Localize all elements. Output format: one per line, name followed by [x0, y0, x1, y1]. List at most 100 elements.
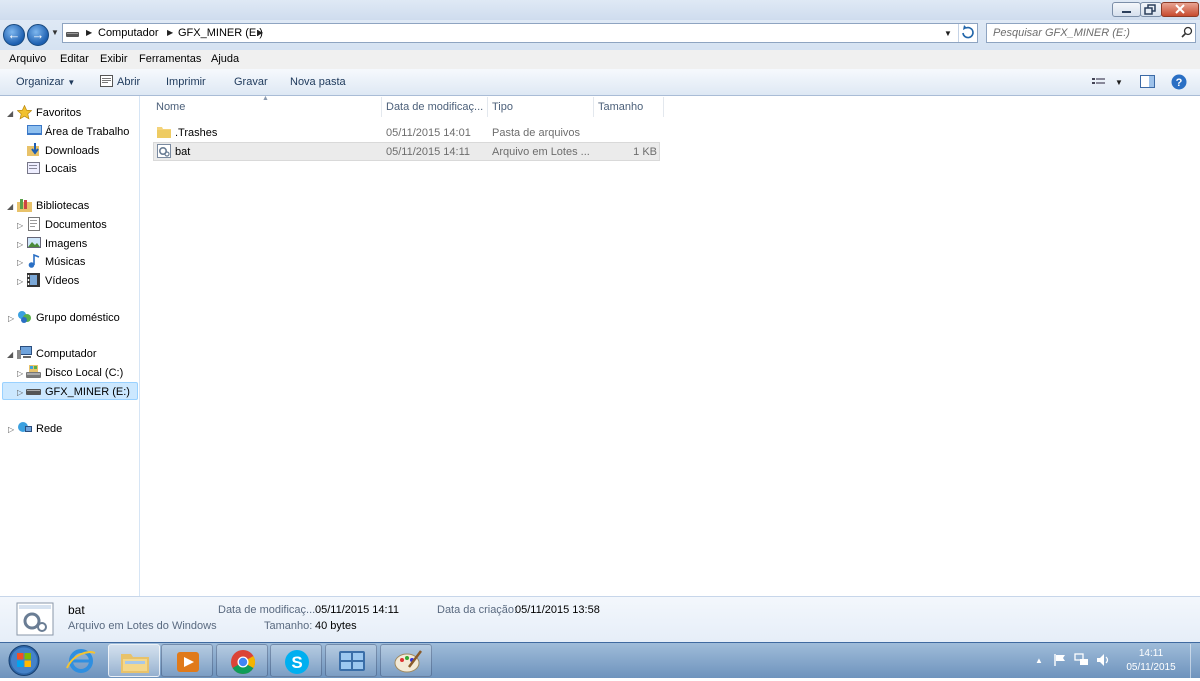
column-type[interactable]: Tipo [492, 101, 513, 113]
menu-arquivo[interactable]: Arquivo [9, 53, 46, 65]
taskbar-explorer[interactable] [108, 644, 160, 677]
breadcrumb-chevron-icon[interactable]: ▶ [86, 28, 92, 37]
history-dropdown-icon[interactable]: ▼ [51, 28, 59, 37]
nav-videos[interactable]: Vídeos [45, 275, 79, 287]
details-file-name: bat [68, 603, 85, 617]
expand-homegroup-icon[interactable]: ▷ [8, 314, 14, 323]
media-player-icon [177, 652, 199, 672]
column-modified[interactable]: Data de modificaç... [386, 101, 483, 113]
nav-homegroup[interactable]: Grupo doméstico [36, 312, 120, 324]
preview-pane-icon[interactable] [1140, 75, 1155, 88]
column-divider[interactable] [663, 97, 664, 117]
file-type: Arquivo em Lotes ... [492, 146, 590, 158]
removable-drive-icon [26, 389, 41, 395]
nav-desktop[interactable]: Área de Trabalho [45, 126, 129, 138]
menu-exibir[interactable]: Exibir [100, 53, 128, 65]
start-button[interactable] [5, 643, 43, 678]
local-disk-icon [26, 365, 41, 378]
file-modified: 05/11/2015 14:01 [386, 127, 471, 139]
expand-local-disk-icon[interactable]: ▷ [17, 369, 23, 378]
back-button[interactable]: ← [3, 24, 25, 46]
file-type: Pasta de arquivos [492, 127, 581, 139]
breadcrumb-drive[interactable]: GFX_MINER (E:) [178, 27, 263, 39]
clock-date[interactable]: 05/11/2015 [1121, 662, 1181, 673]
menu-editar[interactable]: Editar [60, 53, 89, 65]
nav-favorites[interactable]: Favoritos [36, 107, 81, 119]
expand-favorites-icon[interactable]: ◢ [7, 109, 13, 118]
file-name: .Trashes [175, 127, 218, 139]
details-created-value[interactable]: 05/11/2015 13:58 [515, 604, 600, 616]
show-desktop-button[interactable] [1190, 644, 1200, 678]
expand-libraries-icon[interactable]: ◢ [7, 202, 13, 211]
expand-documents-icon[interactable]: ▷ [17, 221, 23, 230]
taskbar-ie[interactable] [55, 644, 107, 677]
documents-icon [28, 217, 40, 231]
breadcrumb-chevron-icon[interactable]: ▶ [257, 28, 263, 37]
view-options-icon[interactable] [1092, 77, 1106, 87]
open-button[interactable]: Abrir [117, 76, 140, 88]
nav-libraries[interactable]: Bibliotecas [36, 200, 89, 212]
nav-downloads[interactable]: Downloads [45, 145, 99, 157]
taskbar-media-player[interactable] [161, 644, 213, 677]
column-divider[interactable] [487, 97, 488, 117]
expand-videos-icon[interactable]: ▷ [17, 277, 23, 286]
expand-music-icon[interactable]: ▷ [17, 258, 23, 267]
refresh-icon [962, 25, 974, 39]
search-placeholder: Pesquisar GFX_MINER (E:) [993, 27, 1130, 39]
clock-time[interactable]: 14:11 [1121, 648, 1181, 659]
nav-documents[interactable]: Documentos [45, 219, 107, 231]
details-modified-value[interactable]: 05/11/2015 14:11 [315, 604, 399, 616]
taskbar-skype[interactable]: S [270, 644, 322, 677]
search-icon[interactable] [1181, 26, 1193, 39]
menu-ferramentas[interactable]: Ferramentas [139, 53, 201, 65]
forward-button[interactable]: → [27, 24, 49, 46]
nav-images[interactable]: Imagens [45, 238, 87, 250]
new-folder-button[interactable]: Nova pasta [290, 76, 346, 88]
details-pane [0, 596, 1200, 642]
show-hidden-icons-icon[interactable]: ▲ [1035, 656, 1043, 665]
print-button[interactable]: Imprimir [166, 76, 206, 88]
action-center-flag-icon[interactable] [1053, 653, 1067, 667]
taskbar-app[interactable] [325, 644, 377, 677]
breadcrumb-chevron-icon[interactable]: ▶ [167, 28, 173, 37]
close-button[interactable] [1161, 2, 1199, 17]
organize-button[interactable]: Organizar ▼ [16, 76, 75, 88]
nav-computer[interactable]: Computador [36, 348, 97, 360]
recent-places-icon [27, 162, 40, 174]
network-tray-icon[interactable] [1074, 653, 1090, 667]
expand-images-icon[interactable]: ▷ [17, 240, 23, 249]
nav-gfx-miner[interactable]: GFX_MINER (E:) [45, 386, 130, 398]
help-icon[interactable]: ? [1171, 74, 1187, 90]
menu-ajuda[interactable]: Ajuda [211, 53, 239, 65]
minimize-icon [1122, 11, 1131, 13]
refresh-button[interactable] [958, 24, 978, 42]
restore-icon [1144, 4, 1156, 15]
organize-label: Organizar [16, 76, 65, 88]
column-name[interactable]: Nome [156, 101, 185, 113]
expand-computer-icon[interactable]: ◢ [7, 350, 13, 359]
column-divider[interactable] [593, 97, 594, 117]
view-dropdown-icon[interactable]: ▼ [1115, 78, 1123, 87]
column-divider[interactable] [381, 97, 382, 117]
internet-explorer-icon [66, 649, 96, 673]
nav-places[interactable]: Locais [45, 163, 77, 175]
minimize-button[interactable] [1112, 2, 1141, 17]
restore-button[interactable] [1140, 2, 1162, 17]
burn-button[interactable]: Gravar [234, 76, 268, 88]
taskbar-chrome[interactable] [216, 644, 268, 677]
title-bar [0, 0, 1200, 20]
column-size[interactable]: Tamanho [598, 101, 643, 113]
nav-local-disk[interactable]: Disco Local (C:) [45, 367, 123, 379]
expand-gfx-miner-icon[interactable]: ▷ [17, 388, 23, 397]
expand-network-icon[interactable]: ▷ [8, 425, 14, 434]
batch-file-large-icon [16, 602, 54, 636]
nav-music[interactable]: Músicas [45, 256, 85, 268]
nav-network[interactable]: Rede [36, 423, 62, 435]
address-dropdown-icon[interactable]: ▼ [944, 29, 952, 38]
svg-text:?: ? [1176, 77, 1183, 89]
breadcrumb-computer[interactable]: Computador [98, 27, 159, 39]
taskbar-paint[interactable] [380, 644, 432, 677]
file-modified: 05/11/2015 14:11 [386, 146, 471, 158]
star-icon [17, 105, 32, 120]
volume-icon[interactable] [1096, 653, 1111, 667]
